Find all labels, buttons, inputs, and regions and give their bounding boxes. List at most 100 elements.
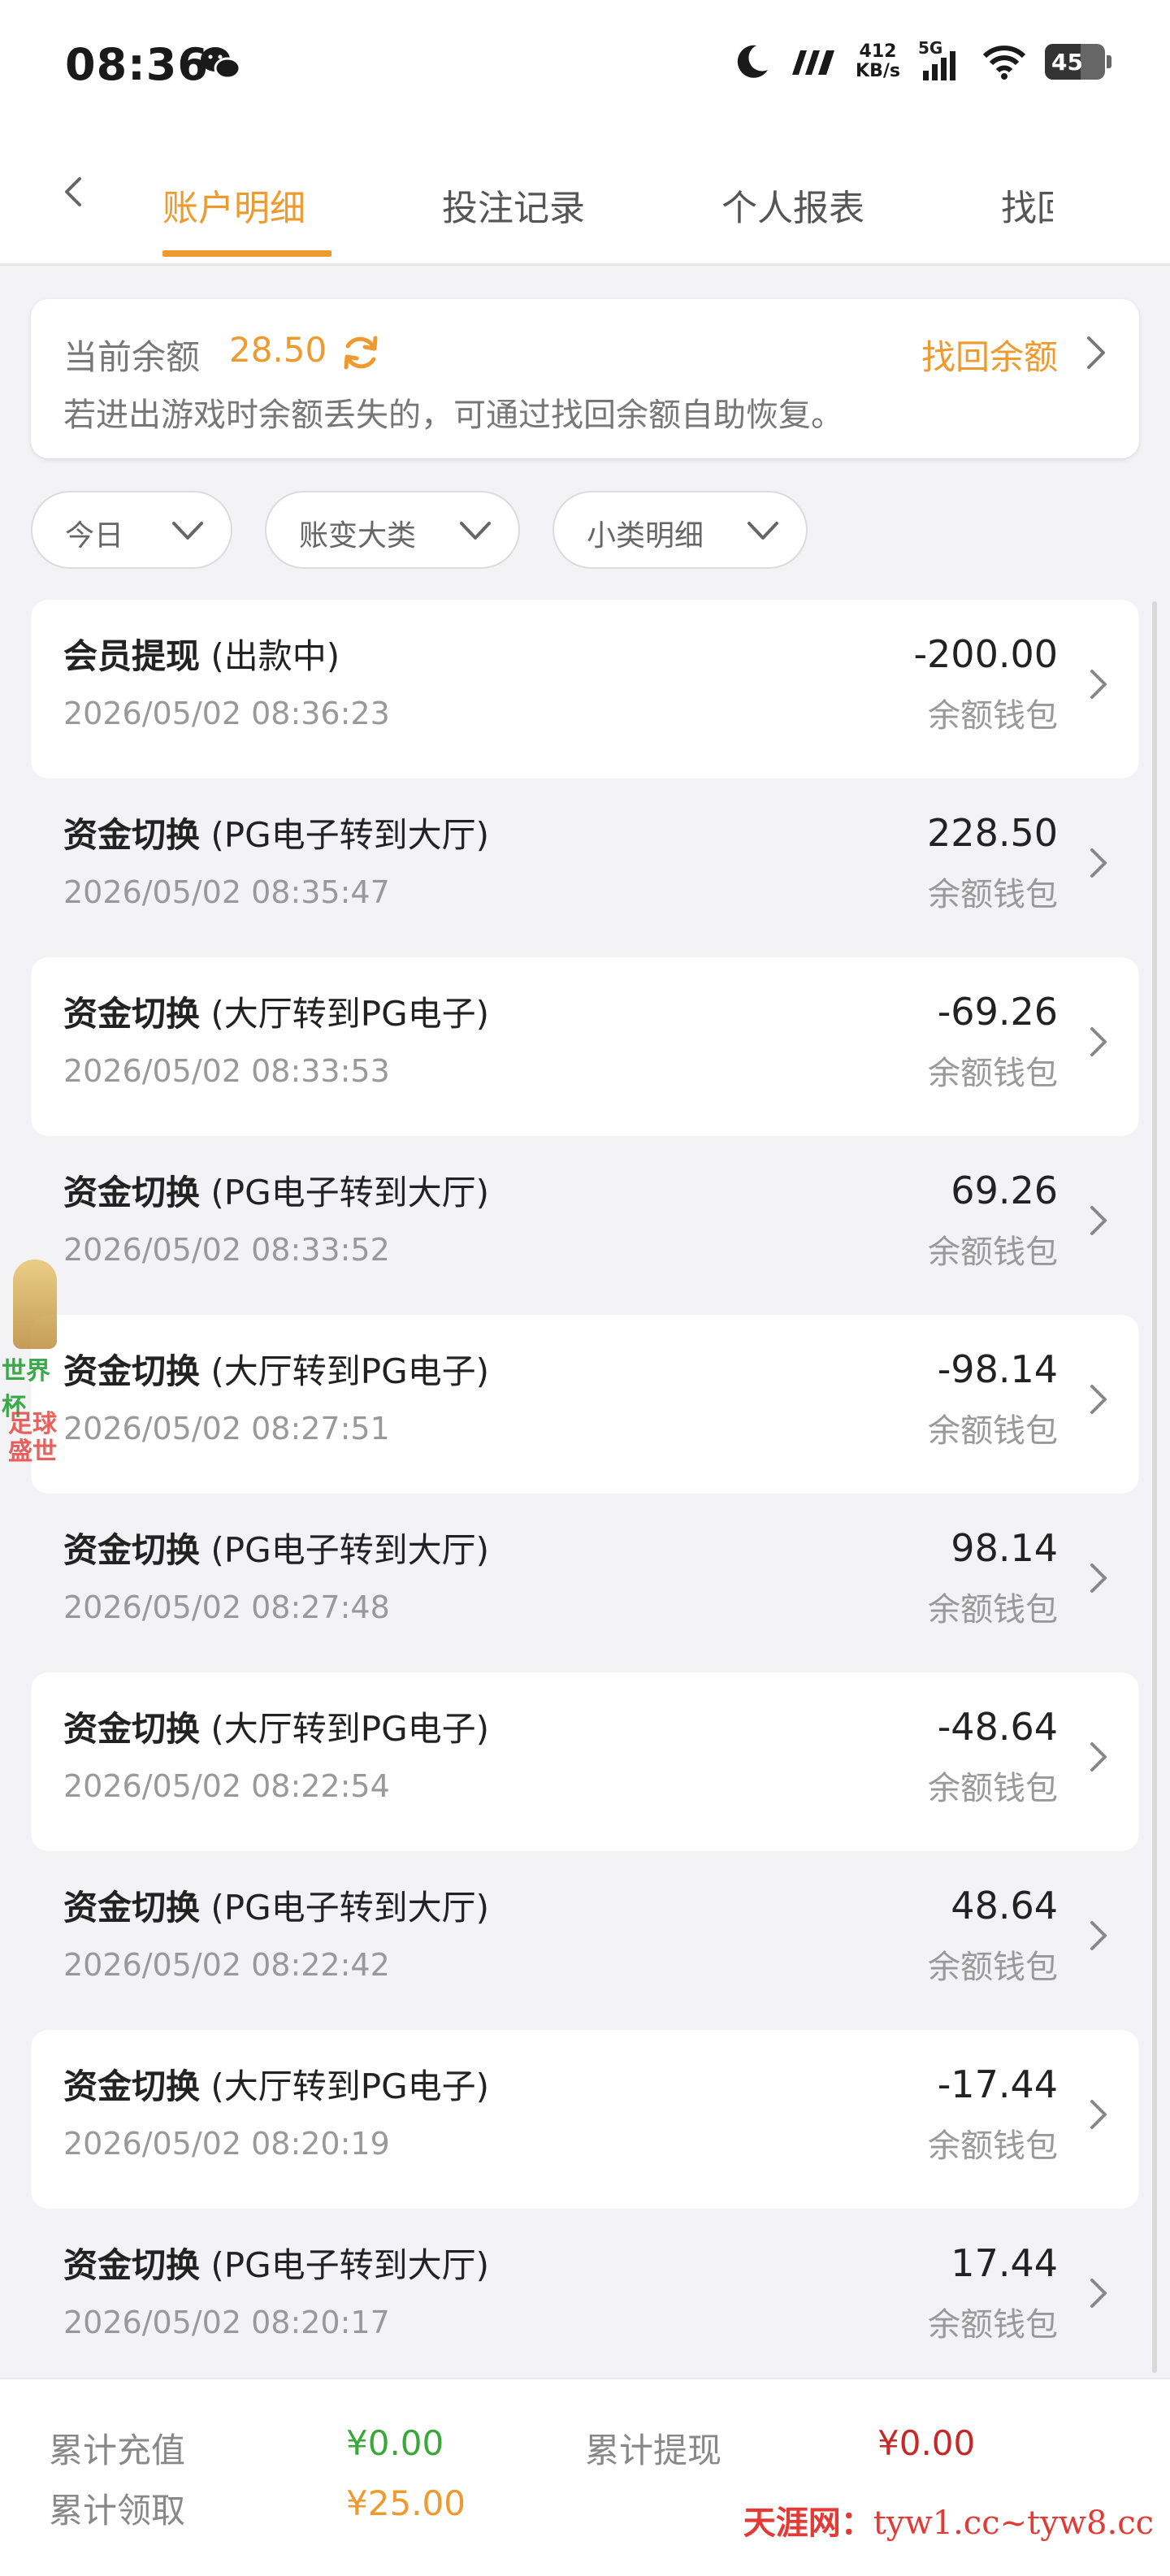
transaction-amount: 69.26 bbox=[951, 1169, 1058, 1212]
transaction-wallet: 余额钱包 bbox=[928, 1591, 1058, 1628]
filter-date[interactable]: 今日 bbox=[31, 491, 232, 569]
filter-subcategory-label: 小类明细 bbox=[587, 519, 704, 553]
wechat-icon bbox=[201, 47, 240, 80]
transaction-wallet: 余额钱包 bbox=[928, 697, 1058, 735]
transaction-time: 2026/05/02 08:20:17 bbox=[63, 2305, 390, 2340]
total-claim-label: 累计领取 bbox=[49, 2491, 186, 2530]
summary-footer: 累计充值 ¥0.00 累计提现 ¥0.00 累计领取 ¥25.00 天涯网：ty… bbox=[0, 2378, 1170, 2576]
transaction-amount: 228.50 bbox=[927, 811, 1058, 855]
transaction-title: 资金切换 (大厅转到PG电子) bbox=[63, 2066, 490, 2106]
tab-personal-report[interactable]: 个人报表 bbox=[722, 179, 864, 231]
total-recharge-value: ¥0.00 bbox=[346, 2423, 444, 2463]
transaction-row[interactable]: 资金切换 (PG电子转到大厅) 2026/05/02 08:27:48 98.14 余… bbox=[31, 1494, 1139, 1672]
transaction-title: 资金切换 (PG电子转到大厅) bbox=[63, 1530, 490, 1570]
transaction-list: 会员提现 (出款中) 2026/05/02 08:36:23 -200.00 余额钱包… bbox=[31, 600, 1139, 2387]
filter-subcategory[interactable]: 小类明细 bbox=[552, 491, 808, 569]
transaction-title: 资金切换 (PG电子转到大厅) bbox=[63, 815, 490, 855]
transaction-wallet: 余额钱包 bbox=[928, 2127, 1058, 2165]
filter-category-label: 账变大类 bbox=[299, 519, 417, 553]
transaction-row[interactable]: 资金切换 (PG电子转到大厅) 2026/05/02 08:35:47 228.50… bbox=[31, 778, 1139, 957]
transaction-row[interactable]: 资金切换 (大厅转到PG电子) 2026/05/02 08:20:19 -17.44… bbox=[31, 2030, 1139, 2209]
transaction-title: 资金切换 (大厅转到PG电子) bbox=[63, 1351, 490, 1391]
tab-recover[interactable]: 找回 bbox=[1001, 179, 1053, 236]
transaction-row[interactable]: 资金切换 (大厅转到PG电子) 2026/05/02 08:27:51 -98.14… bbox=[31, 1315, 1139, 1494]
tab-recover-label: 找回 bbox=[1001, 188, 1053, 229]
floating-worldcup-ad[interactable]: 世界杯 足球 盛世 bbox=[0, 1251, 73, 1479]
transaction-title: 会员提现 (出款中) bbox=[63, 636, 340, 676]
recover-balance-link[interactable]: 找回余额 bbox=[921, 330, 1058, 379]
refresh-icon[interactable] bbox=[340, 332, 382, 374]
transaction-amount: -98.14 bbox=[937, 1347, 1058, 1391]
moon-icon bbox=[737, 45, 769, 78]
transaction-row[interactable]: 会员提现 (出款中) 2026/05/02 08:36:23 -200.00 余额钱包 bbox=[31, 600, 1139, 778]
balance-value: 28.50 bbox=[229, 330, 327, 370]
transaction-wallet: 余额钱包 bbox=[928, 2306, 1058, 2344]
transaction-wallet: 余额钱包 bbox=[928, 1055, 1058, 1092]
transaction-title: 资金切换 (PG电子转到大厅) bbox=[63, 1888, 490, 1928]
transaction-amount: 98.14 bbox=[951, 1526, 1058, 1570]
active-tab-indicator bbox=[162, 250, 332, 257]
transaction-row[interactable]: 资金切换 (PG电子转到大厅) 2026/05/02 08:33:52 69.26 余… bbox=[31, 1136, 1139, 1315]
transaction-time: 2026/05/02 08:27:48 bbox=[63, 1589, 390, 1625]
transaction-wallet: 余额钱包 bbox=[928, 1234, 1058, 1271]
tab-bet-records[interactable]: 投注记录 bbox=[442, 179, 585, 231]
transaction-amount: -69.26 bbox=[937, 990, 1058, 1034]
tab-account-details[interactable]: 账户明细 bbox=[162, 179, 306, 231]
transaction-time: 2026/05/02 08:22:42 bbox=[63, 1947, 390, 1983]
chevron-down-icon bbox=[460, 522, 491, 540]
chevron-right-icon[interactable] bbox=[1087, 1381, 1110, 1417]
chevron-right-icon[interactable] bbox=[1087, 1918, 1110, 1954]
transaction-title: 资金切换 (大厅转到PG电子) bbox=[63, 994, 490, 1034]
chevron-right-icon[interactable] bbox=[1087, 1024, 1110, 1060]
filter-category[interactable]: 账变大类 bbox=[265, 491, 520, 569]
chevron-right-icon[interactable] bbox=[1087, 666, 1110, 702]
transaction-amount: -200.00 bbox=[913, 632, 1058, 676]
total-claim-value: ¥25.00 bbox=[346, 2483, 466, 2523]
transaction-time: 2026/05/02 08:27:51 bbox=[63, 1411, 390, 1446]
chevron-right-icon[interactable] bbox=[1087, 1203, 1110, 1238]
chevron-right-icon[interactable] bbox=[1081, 335, 1110, 371]
transaction-wallet: 余额钱包 bbox=[928, 1770, 1058, 1807]
transaction-title: 资金切换 (PG电子转到大厅) bbox=[63, 2245, 490, 2285]
chevron-right-icon[interactable] bbox=[1087, 2097, 1110, 2132]
transaction-amount: -17.44 bbox=[937, 2062, 1058, 2106]
transaction-title: 资金切换 (PG电子转到大厅) bbox=[63, 1173, 490, 1212]
balance-card: 当前余额 28.50 找回余额 若进出游戏时余额丢失的，可通过找回余额自助恢复。 bbox=[31, 299, 1139, 458]
transaction-title: 资金切换 (大厅转到PG电子) bbox=[63, 1709, 490, 1749]
transaction-time: 2026/05/02 08:35:47 bbox=[63, 874, 390, 910]
transaction-row[interactable]: 资金切换 (PG电子转到大厅) 2026/05/02 08:20:17 17.44 余… bbox=[31, 2209, 1139, 2387]
transaction-row[interactable]: 资金切换 (PG电子转到大厅) 2026/05/02 08:22:42 48.64 余… bbox=[31, 1851, 1139, 2030]
transaction-time: 2026/05/02 08:33:52 bbox=[63, 1232, 390, 1268]
transaction-time: 2026/05/02 08:33:53 bbox=[63, 1053, 390, 1089]
transaction-amount: -48.64 bbox=[937, 1705, 1058, 1749]
transaction-time: 2026/05/02 08:36:23 bbox=[63, 696, 390, 731]
network-speed: 412 KB/s bbox=[856, 41, 900, 81]
ad-line2: 足球 盛世 bbox=[8, 1410, 57, 1466]
transaction-wallet: 余额钱包 bbox=[928, 1949, 1058, 1986]
wifi-icon bbox=[982, 46, 1026, 80]
signal-icon: 5G bbox=[918, 38, 964, 82]
trophy-icon bbox=[13, 1260, 57, 1349]
chevron-right-icon[interactable] bbox=[1087, 2275, 1110, 2311]
transaction-wallet: 余额钱包 bbox=[928, 876, 1058, 913]
chevron-right-icon[interactable] bbox=[1087, 1739, 1110, 1775]
transaction-row[interactable]: 资金切换 (大厅转到PG电子) 2026/05/02 08:22:54 -48.64… bbox=[31, 1672, 1139, 1851]
scrollbar[interactable] bbox=[1152, 601, 1157, 2373]
total-withdraw-value: ¥0.00 bbox=[878, 2423, 976, 2463]
transaction-amount: 17.44 bbox=[951, 2241, 1058, 2285]
back-chevron-icon[interactable] bbox=[57, 176, 89, 208]
transaction-wallet: 余额钱包 bbox=[928, 1412, 1058, 1450]
balance-label: 当前余额 bbox=[63, 337, 201, 377]
chevron-right-icon[interactable] bbox=[1087, 1560, 1110, 1596]
total-withdraw-label: 累计提现 bbox=[585, 2431, 722, 2470]
chevron-down-icon bbox=[748, 522, 778, 540]
chevron-right-icon[interactable] bbox=[1087, 845, 1110, 881]
tab-bar: 账户明细 投注记录 个人报表 找回 bbox=[0, 130, 1170, 266]
transaction-row[interactable]: 资金切换 (大厅转到PG电子) 2026/05/02 08:33:53 -69.26… bbox=[31, 957, 1139, 1136]
chevron-down-icon bbox=[172, 522, 203, 540]
filter-date-label: 今日 bbox=[65, 519, 124, 553]
transaction-amount: 48.64 bbox=[951, 1884, 1058, 1928]
battery-icon: 45 bbox=[1045, 44, 1112, 80]
site-watermark: 天涯网：tyw1.cc~tyw8.cc bbox=[743, 2504, 1154, 2542]
total-recharge-label: 累计充值 bbox=[49, 2431, 186, 2470]
